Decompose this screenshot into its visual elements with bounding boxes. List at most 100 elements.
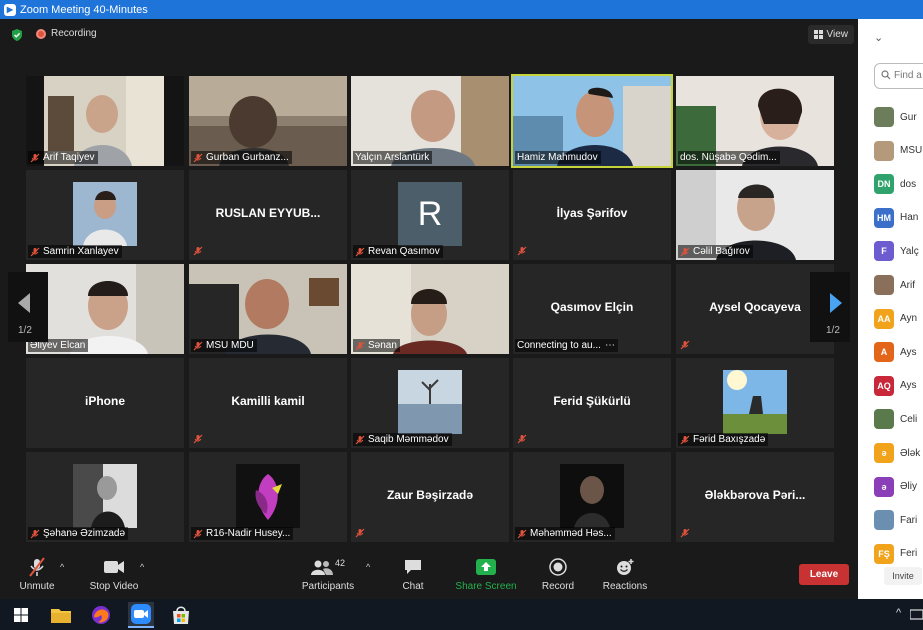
participant-photo-avatar (874, 409, 894, 430)
video-tile-saqib[interactable]: Saqib Məmmədov (351, 358, 509, 448)
participant-list-name: Ələk (900, 447, 921, 459)
participant-list-item[interactable]: MSU (874, 140, 923, 161)
video-options-caret-icon[interactable]: ^ (140, 562, 144, 572)
participants-options-caret-icon[interactable]: ^ (366, 562, 370, 572)
profile-picture (398, 370, 462, 434)
search-icon (881, 70, 891, 80)
participant-list-item[interactable]: Fari (874, 510, 918, 531)
participant-name-label: Fərid Baxışzadə (678, 433, 769, 446)
video-tile-ruslan[interactable]: RUSLAN EYYUB... (189, 170, 347, 260)
video-tile-elcan[interactable]: Əliyev Elcan (26, 264, 184, 354)
windows-taskbar: ^ (0, 599, 923, 630)
participant-name: İlyas Şərifov (556, 206, 628, 220)
participant-list-item[interactable]: F Yalç (874, 241, 919, 262)
video-tile-elekberova[interactable]: Ələkbərova Pəri... (676, 452, 834, 542)
participant-list-name: Yalç (900, 245, 919, 257)
reactions-button[interactable]: Reactions (600, 556, 650, 599)
video-tile-celil[interactable]: Cəlil Bağırov (676, 170, 834, 260)
share-screen-button[interactable]: Share Screen (454, 556, 518, 599)
audio-options-caret-icon[interactable]: ^ (60, 562, 64, 572)
participants-button[interactable]: 42 Participants (298, 556, 358, 599)
muted-mic-icon (193, 246, 203, 256)
record-button[interactable]: Record (538, 556, 578, 599)
participant-list-name: Celi (900, 413, 918, 425)
muted-mic-icon (680, 435, 690, 444)
video-tile-iphone[interactable]: iPhone (26, 358, 184, 448)
participant-list-item[interactable]: FŞ Feri (874, 543, 918, 564)
record-icon (549, 558, 567, 576)
tray-chevron-up-icon[interactable]: ^ (896, 607, 901, 619)
store-icon[interactable] (168, 602, 194, 628)
participant-list-item[interactable]: ə Ələk (874, 443, 920, 463)
view-button[interactable]: View (807, 25, 854, 44)
chat-bubble-icon (405, 560, 421, 574)
page-indicator: 1/2 (18, 325, 32, 336)
zoom-taskbar-icon[interactable] (128, 602, 154, 628)
security-shield-icon[interactable] (10, 28, 24, 42)
zoom-app-icon: ▶ (4, 3, 16, 16)
participant-list-item[interactable]: Celi (874, 409, 918, 430)
find-participant-input[interactable]: Find a (874, 63, 923, 89)
participant-list-item[interactable]: DN dos (874, 174, 916, 195)
participant-list-item[interactable]: AQ Ays (874, 375, 917, 396)
participant-list-name: Ays (900, 346, 917, 358)
meeting-top-bar: Recording View (0, 19, 858, 51)
participant-list-item[interactable]: Gur (874, 107, 917, 127)
participant-name: Kamilli kamil (231, 394, 305, 408)
video-tile-senan[interactable]: Sənan (351, 264, 509, 354)
next-page-button[interactable]: 1/2 (810, 272, 850, 342)
participant-list-item[interactable]: ə Əliy (874, 476, 917, 497)
participant-list-name: Fari (900, 514, 918, 526)
meeting-toolbar: Unmute ^ Stop Video ^ 42 Participants ^ … (0, 556, 858, 599)
participant-name-label: Hamiz Mahmudov (515, 151, 601, 164)
video-tile-r16-nadir[interactable]: R16-Nadir Husey... (189, 452, 347, 542)
participant-name: Ferid Şükürlü (553, 394, 631, 408)
participant-name: RUSLAN EYYUB... (215, 206, 321, 220)
video-tile-sehane[interactable]: Şəhanə Əzimzadə (26, 452, 184, 542)
video-tile-revan[interactable]: R Revan Qasımov (351, 170, 509, 260)
participant-photo-avatar (874, 510, 894, 531)
video-tile-samrin[interactable]: Samrin Xanlayev (26, 170, 184, 260)
video-tile-mehemmed[interactable]: Məhəmməd Həs... (513, 452, 671, 542)
participant-list-item[interactable]: A Ays (874, 342, 917, 363)
leave-button[interactable]: Leave (799, 564, 849, 585)
video-tile-zaur[interactable]: Zaur Bəşirzadə (351, 452, 509, 542)
collapse-chevron-icon[interactable]: ⌄ (874, 31, 883, 44)
participant-name-label: Revan Qasımov (353, 245, 443, 258)
video-tile-hamiz-active-speaker[interactable]: Hamiz Mahmudov (511, 74, 673, 168)
participant-list-name: Feri (900, 548, 918, 560)
muted-mic-icon (193, 434, 203, 444)
windows-start-icon[interactable] (8, 602, 34, 628)
video-tile-ferid[interactable]: Ferid Şükürlü (513, 358, 671, 448)
video-tile-arif-taqiyev[interactable]: Arif Taqiyev (26, 76, 184, 166)
chat-button[interactable]: Chat (396, 556, 430, 599)
participant-list-item[interactable]: Arif (874, 275, 915, 295)
invite-button[interactable]: Invite (884, 567, 922, 585)
video-tile-nusabe[interactable]: dos. Nüşabə Qədim... (676, 76, 834, 166)
participant-list-item[interactable]: AA Ayn (874, 308, 917, 329)
video-tile-ilyas[interactable]: İlyas Şərifov (513, 170, 671, 260)
file-explorer-icon[interactable] (48, 602, 74, 628)
participant-list-item[interactable]: HM Han (874, 207, 918, 228)
previous-page-button[interactable]: 1/2 (8, 272, 48, 342)
video-tile-qasimov[interactable]: Qasımov Elçin Connecting to au... ⋯ (513, 264, 671, 354)
profile-picture (73, 182, 137, 246)
recording-indicator[interactable]: Recording (36, 28, 97, 39)
stop-video-button[interactable]: Stop Video (86, 556, 142, 599)
firefox-icon[interactable] (88, 602, 114, 628)
muted-mic-icon (355, 247, 365, 256)
network-icon[interactable] (910, 608, 923, 621)
profile-picture (560, 464, 624, 528)
recording-dot-icon (36, 28, 46, 39)
video-tile-kamilli[interactable]: Kamilli kamil (189, 358, 347, 448)
video-tile-msu-mdu[interactable]: MSU MDU (189, 264, 347, 354)
video-tile-yalcin[interactable]: Yalçın Arslantürk (351, 76, 509, 166)
title-bar: ▶ Zoom Meeting 40-Minutes (0, 0, 923, 19)
participants-icon (310, 560, 333, 575)
unmute-button[interactable]: Unmute (14, 556, 60, 599)
video-tile-ferid-baxiszade[interactable]: Fərid Baxışzadə (676, 358, 834, 448)
video-tile-gurban[interactable]: Gurban Gurbanz... (189, 76, 347, 166)
participant-list-name: Arif (900, 279, 915, 291)
participant-list-name: MSU (900, 145, 923, 157)
participant-name-label: Sənan (353, 339, 400, 352)
